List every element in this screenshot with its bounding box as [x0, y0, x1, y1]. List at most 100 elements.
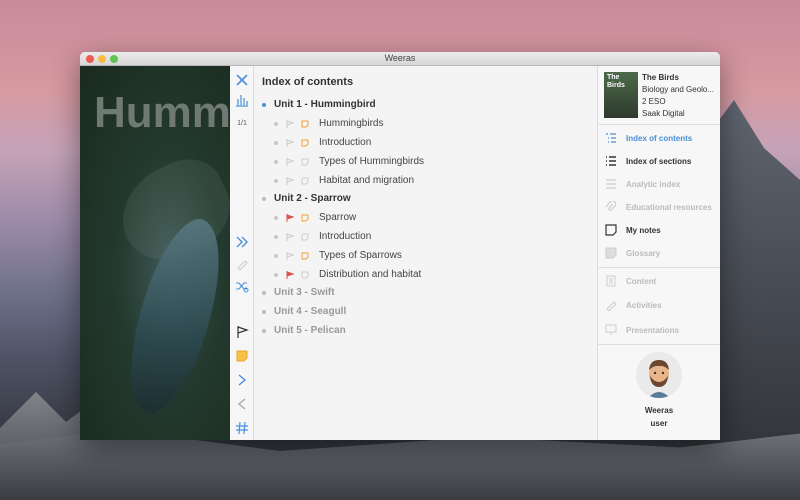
user-role: user [650, 419, 668, 428]
window-title: Weeras [384, 53, 416, 63]
bullet-icon [262, 102, 266, 107]
page-indicator: 1/1 [237, 120, 247, 127]
section-label: Introduction [319, 231, 372, 242]
flag-icon[interactable] [286, 213, 294, 222]
shuffle-icon[interactable] [232, 276, 252, 296]
note-icon[interactable] [301, 214, 309, 222]
section-label: Types of Hummingbirds [319, 156, 425, 167]
section-item[interactable]: Sparrow [274, 212, 356, 223]
flag-icon[interactable] [286, 232, 294, 241]
divider [598, 124, 720, 125]
note-icon[interactable] [301, 158, 309, 166]
divider [598, 344, 720, 345]
note-icon[interactable] [301, 120, 309, 128]
index-panel: Index of contents Unit 1 - Hummingbird H… [254, 66, 598, 440]
bullet-icon [274, 253, 278, 258]
bullet-icon [274, 234, 278, 239]
unit-label: Unit 4 - Seagull [274, 306, 347, 317]
flag-icon[interactable] [286, 119, 294, 128]
vertical-toolbar: 1/1 [230, 66, 254, 440]
flag-icon[interactable] [286, 176, 294, 185]
note-icon [604, 223, 618, 237]
section-item[interactable]: Distribution and habitat [274, 269, 421, 280]
section-label: Introduction [319, 137, 372, 148]
close-icon[interactable] [232, 70, 252, 90]
note-icon[interactable] [301, 233, 309, 241]
glossary-icon [604, 246, 618, 260]
flag-icon[interactable] [232, 322, 252, 342]
note-icon[interactable] [232, 346, 252, 366]
flag-icon[interactable] [286, 138, 294, 147]
right-sidebar: The Birds The Birds Biology and Geolo...… [598, 66, 720, 440]
chevron-left-icon[interactable] [232, 394, 252, 414]
section-item[interactable]: Types of Sparrows [274, 250, 402, 261]
note-icon[interactable] [301, 252, 309, 260]
unit-item[interactable]: Unit 2 - Sparrow [262, 193, 351, 204]
chevron-right-icon[interactable] [232, 370, 252, 390]
bullet-icon [262, 328, 266, 333]
section-item[interactable]: Hummingbirds [274, 118, 383, 129]
nav-educational-resources[interactable]: Educational resources [598, 197, 720, 217]
bullet-icon [262, 290, 266, 295]
unit-item[interactable]: Unit 4 - Seagull [262, 306, 346, 317]
flag-icon[interactable] [286, 270, 294, 279]
unit-label: Unit 3 - Swift [274, 287, 335, 298]
unit-item[interactable]: Unit 3 - Swift [262, 287, 335, 298]
note-icon[interactable] [301, 271, 309, 279]
bullet-icon [274, 272, 278, 277]
bullet-icon [274, 159, 278, 164]
nav-label: My notes [626, 225, 661, 235]
unit-item[interactable]: Unit 1 - Hummingbird [262, 99, 376, 110]
page-heading: Humm [94, 88, 230, 137]
book-cover[interactable]: The Birds [604, 72, 638, 118]
section-label: Types of Sparrows [319, 250, 402, 261]
nav-label: Presentations [626, 325, 679, 335]
unit-label: Unit 5 - Pelican [274, 325, 346, 336]
document-icon [604, 274, 618, 288]
hash-icon[interactable] [232, 418, 252, 438]
nav-label: Educational resources [626, 202, 712, 212]
user-name: Weeras [644, 406, 674, 415]
nav-activities[interactable]: Activities [598, 295, 720, 315]
book-level: 2 ESO [642, 97, 666, 106]
bullet-icon [274, 215, 278, 220]
nav-glossary[interactable]: Glossary [598, 243, 720, 263]
book-title: The Birds [642, 73, 679, 82]
avatar[interactable] [636, 352, 682, 398]
nav-index-of-sections[interactable]: Index of sections [598, 151, 720, 171]
bullet-icon [262, 309, 266, 314]
list-bullets-icon [604, 154, 618, 168]
book-subject: Biology and Geolo... [642, 85, 715, 94]
double-chevron-right-icon[interactable] [232, 232, 252, 252]
app-window: Weeras Humm 1/1 Index of contents Unit 1… [80, 52, 720, 440]
unit-label: Unit 1 - Hummingbird [274, 99, 376, 110]
pencil-icon[interactable] [232, 254, 252, 274]
book-cover-title: The Birds [607, 74, 625, 89]
bullet-icon [274, 121, 278, 126]
nav-label: Glossary [626, 248, 661, 258]
nav-label: Index of contents [626, 133, 693, 143]
nav-analytic-index[interactable]: Analytic index [598, 174, 720, 194]
flag-icon[interactable] [286, 251, 294, 260]
chart-icon[interactable] [232, 90, 252, 110]
section-item[interactable]: Introduction [274, 231, 371, 242]
unit-label: Unit 2 - Sparrow [274, 193, 351, 204]
flag-icon[interactable] [286, 157, 294, 166]
note-icon[interactable] [301, 177, 309, 185]
section-item[interactable]: Types of Hummingbirds [274, 156, 424, 167]
paperclip-icon [604, 200, 618, 214]
bullet-icon [274, 178, 278, 183]
section-item[interactable]: Introduction [274, 137, 371, 148]
section-label: Hummingbirds [319, 118, 384, 129]
nav-index-of-contents[interactable]: Index of contents [598, 128, 720, 148]
bullet-icon [262, 196, 266, 201]
note-icon[interactable] [301, 139, 309, 147]
section-item[interactable]: Habitat and migration [274, 175, 414, 186]
nav-content[interactable]: Content [598, 271, 720, 291]
nav-presentations[interactable]: Presentations [598, 320, 720, 340]
pencil-icon [604, 298, 618, 312]
nav-my-notes[interactable]: My notes [598, 220, 720, 240]
index-title: Index of contents [262, 76, 354, 88]
unit-item[interactable]: Unit 5 - Pelican [262, 325, 346, 336]
nav-label: Index of sections [626, 156, 692, 166]
